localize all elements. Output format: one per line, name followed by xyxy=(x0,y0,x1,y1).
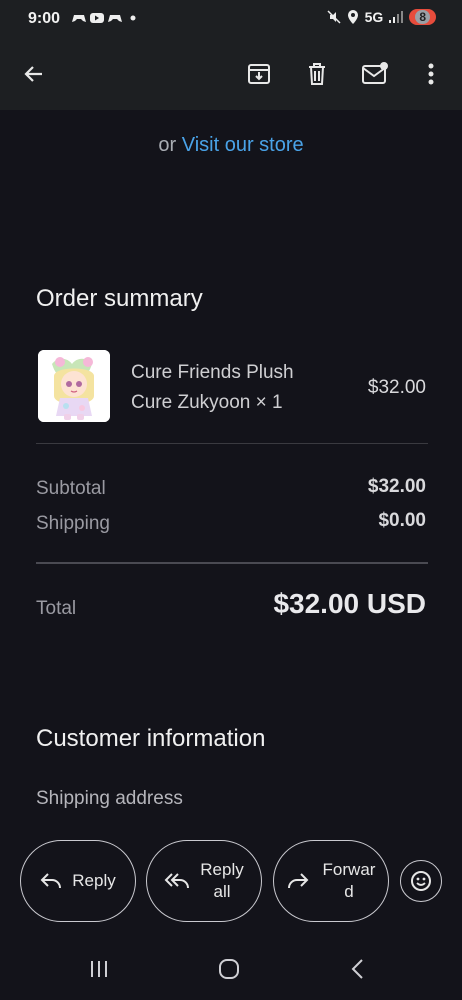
product-name-line1: Cure Friends Plush xyxy=(131,362,294,383)
shipping-value: $0.00 xyxy=(378,510,426,531)
home-button[interactable] xyxy=(218,958,240,985)
youtube-icon xyxy=(90,13,104,23)
battery-indicator: 8 xyxy=(409,9,436,25)
archive-button[interactable] xyxy=(245,60,273,88)
store-link-row: or Visit our store xyxy=(0,134,462,157)
chevron-left-icon xyxy=(351,959,363,979)
status-bar: 9:00 5G 8 xyxy=(0,0,462,38)
archive-icon xyxy=(248,64,270,84)
subtotal-value: $32.00 xyxy=(367,476,426,497)
mute-icon xyxy=(327,10,341,24)
reply-all-label-line1: Reply xyxy=(200,860,244,879)
forward-label-line2: d xyxy=(344,882,354,901)
trash-icon xyxy=(309,63,325,85)
status-time: 9:00 xyxy=(28,10,61,27)
mail-unread-icon xyxy=(362,62,388,84)
back-arrow-icon xyxy=(24,66,42,82)
customer-information-title: Customer information xyxy=(36,725,266,752)
status-notification-icons xyxy=(72,12,140,24)
total-value: $32.00 USD xyxy=(273,588,426,619)
mark-unread-button[interactable] xyxy=(361,60,389,88)
battery-level: 8 xyxy=(415,10,430,24)
emoji-reaction-button[interactable] xyxy=(400,860,442,902)
smiley-icon xyxy=(411,871,431,891)
store-link-prefix: or xyxy=(158,134,177,156)
reply-label: Reply xyxy=(72,871,116,890)
dot-icon xyxy=(130,15,136,21)
home-icon xyxy=(219,959,239,979)
forward-icon xyxy=(287,873,308,889)
product-name-line2: Cure Zukyoon × 1 xyxy=(131,392,283,413)
divider xyxy=(36,443,428,444)
back-button[interactable] xyxy=(20,60,48,88)
location-icon xyxy=(347,10,358,24)
back-nav-button[interactable] xyxy=(350,958,366,985)
divider xyxy=(36,562,428,564)
email-toolbar xyxy=(0,38,462,110)
shipping-address-label: Shipping address xyxy=(36,788,183,809)
forward-label: Forwar d xyxy=(323,859,376,903)
reply-all-label: Reply all xyxy=(200,859,243,903)
forward-label-line1: Forwar xyxy=(322,860,376,879)
recent-apps-icon xyxy=(91,961,107,977)
system-navigation-bar xyxy=(0,940,462,1000)
network-label: 5G xyxy=(364,9,384,25)
reply-button[interactable]: Reply xyxy=(20,840,136,922)
reply-icon xyxy=(40,873,62,889)
product-price: $32.00 xyxy=(367,377,426,398)
reply-all-icon xyxy=(164,873,190,889)
plush-doll-image xyxy=(38,350,110,422)
delete-button[interactable] xyxy=(303,60,331,88)
signal-icon xyxy=(389,11,404,23)
more-options-button[interactable] xyxy=(417,60,445,88)
recent-apps-button[interactable] xyxy=(88,958,110,985)
game-controller-icon xyxy=(72,15,86,22)
game-controller-icon xyxy=(108,15,122,22)
status-right: 5G 8 xyxy=(327,9,436,25)
visit-store-link[interactable]: Visit our store xyxy=(182,134,304,156)
shipping-label: Shipping xyxy=(36,513,110,534)
product-name: Cure Friends Plush Cure Zukyoon × 1 xyxy=(131,358,331,418)
product-thumbnail[interactable] xyxy=(38,350,110,422)
order-summary-title: Order summary xyxy=(36,285,203,312)
forward-button[interactable]: Forwar d xyxy=(273,840,389,922)
reply-all-label-line2: all xyxy=(213,882,231,901)
total-label: Total xyxy=(36,598,77,619)
subtotal-label: Subtotal xyxy=(36,478,106,499)
reply-all-button[interactable]: Reply all xyxy=(146,840,262,922)
more-vert-icon xyxy=(428,63,434,85)
